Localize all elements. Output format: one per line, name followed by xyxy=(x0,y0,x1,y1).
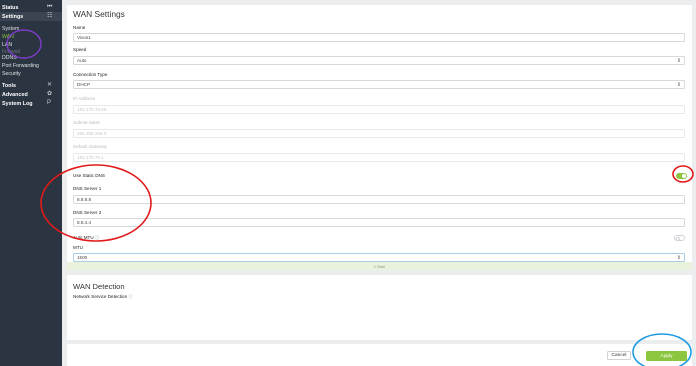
connection-type-value: DHCP xyxy=(77,82,91,87)
sidebar-item-wan[interactable]: WAN xyxy=(0,33,62,41)
dns2-value: 8.8.4.4 xyxy=(77,220,92,225)
sidebar-tools[interactable]: Tools ✕ xyxy=(0,81,62,90)
sidebar-settings[interactable]: Settings ☷ xyxy=(0,12,62,21)
sidebar-status[interactable]: Status ⏮ xyxy=(0,3,62,12)
connection-type-label: Connection Type xyxy=(73,72,108,77)
sidebar-advanced[interactable]: Advanced ✿ xyxy=(0,90,62,99)
sidebar-status-label: Status xyxy=(2,4,19,11)
wan-detection-title: WAN Detection xyxy=(73,282,125,291)
static-dns-toggle[interactable] xyxy=(676,173,687,179)
tools-icon: ✕ xyxy=(47,82,53,88)
help-icon[interactable]: ⓘ xyxy=(128,294,133,299)
speed-label: Speed xyxy=(73,47,87,52)
subnet-mask-field: 255.255.255.0 xyxy=(73,129,685,138)
mtu-label: MTU xyxy=(73,245,83,250)
wan-detection-card: WAN Detection Network Service Detection … xyxy=(67,275,692,340)
gear-icon: ✿ xyxy=(47,91,53,97)
wan-status-bar: 1 Wan xyxy=(67,262,692,270)
ip-address-field: 192.170.78.56 xyxy=(73,105,685,114)
sidebar-system-log[interactable]: System Log P xyxy=(0,99,62,108)
help-icon[interactable]: ⓘ xyxy=(95,235,100,240)
name-label: Name xyxy=(73,25,86,30)
dns2-field[interactable]: 8.8.4.4 xyxy=(73,218,685,227)
speed-select[interactable]: Auto ⇕ xyxy=(73,56,685,65)
sidebar: Status ⏮ Settings ☷ System WAN LAN Firew… xyxy=(0,0,62,366)
select-arrows-icon: ⇕ xyxy=(676,57,681,64)
sidebar-settings-label: Settings xyxy=(2,13,24,20)
dns1-field[interactable]: 8.8.8.8 xyxy=(73,195,685,204)
static-dns-label: Use Static DNS xyxy=(73,173,105,178)
dns1-label: DNS Server 1 xyxy=(73,186,102,191)
subnet-mask-value: 255.255.255.0 xyxy=(77,131,107,136)
connection-type-select[interactable]: DHCP ⇕ xyxy=(73,80,685,89)
cancel-button[interactable]: Cancel xyxy=(607,351,631,360)
rewind-icon: ⏮ xyxy=(47,4,53,10)
subnet-mask-label: Subnet Mask xyxy=(73,120,100,125)
sidebar-item-system[interactable]: System xyxy=(0,25,62,33)
dns1-value: 8.8.8.8 xyxy=(77,197,92,202)
default-gateway-value: 192.170.78.1 xyxy=(77,155,104,160)
footer-bar xyxy=(67,344,692,366)
log-icon: P xyxy=(47,100,52,106)
sidebar-system-log-label: System Log xyxy=(2,100,33,107)
auto-mtu-label: Auto MTU ⓘ xyxy=(73,235,100,241)
network-detection-text: Network Service Detection xyxy=(73,294,128,299)
mtu-value: 1500 xyxy=(77,255,88,260)
sidebar-item-lan[interactable]: LAN xyxy=(0,41,62,49)
apply-button[interactable]: Apply xyxy=(646,351,687,361)
mtu-field[interactable]: 1500 ⇕ xyxy=(73,253,685,262)
ip-address-label: IP Address xyxy=(73,96,96,101)
sidebar-item-ddns[interactable]: DDNS xyxy=(0,54,62,62)
page-title: WAN Settings xyxy=(73,9,125,19)
default-gateway-field: 192.170.78.1 xyxy=(73,153,685,162)
speed-value: Auto xyxy=(77,58,87,63)
name-field[interactable]: Vivos1 xyxy=(73,33,685,42)
sidebar-advanced-label: Advanced xyxy=(2,91,28,98)
sliders-icon: ☷ xyxy=(47,13,53,19)
sidebar-tools-label: Tools xyxy=(2,82,16,89)
auto-mtu-toggle[interactable] xyxy=(674,235,685,241)
select-arrows-icon: ⇕ xyxy=(676,81,681,88)
default-gateway-label: Default Gateway xyxy=(73,144,107,149)
sidebar-item-security[interactable]: Security xyxy=(0,70,62,78)
sidebar-item-port-forwarding[interactable]: Port Forwarding xyxy=(0,62,62,70)
network-detection-label: Network Service Detection ⓘ xyxy=(73,294,133,300)
toggle-knob xyxy=(675,236,680,241)
toggle-knob xyxy=(682,174,686,178)
wan-status-text: 1 Wan xyxy=(373,263,386,269)
stepper-icon[interactable]: ⇕ xyxy=(677,255,681,261)
name-value: Vivos1 xyxy=(77,35,91,40)
ip-address-value: 192.170.78.56 xyxy=(77,107,107,112)
auto-mtu-text: Auto MTU xyxy=(73,235,94,240)
dns2-label: DNS Server 2 xyxy=(73,210,102,215)
